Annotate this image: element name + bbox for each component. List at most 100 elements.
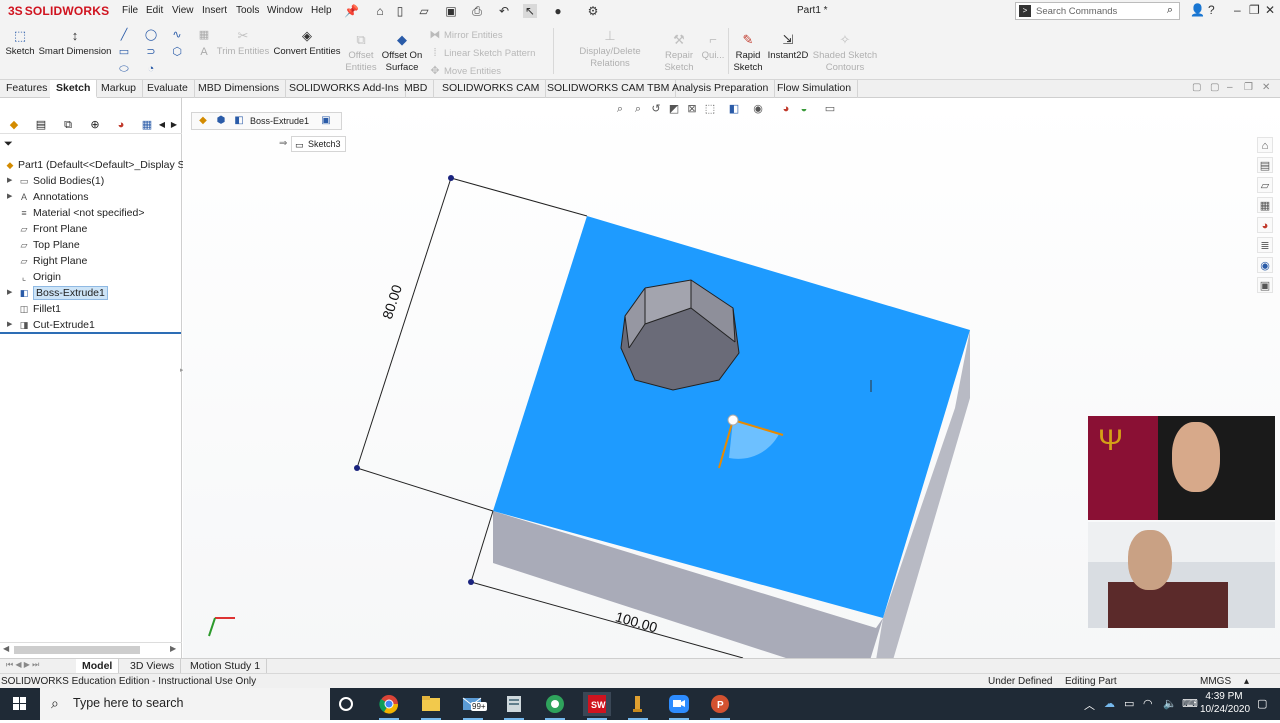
sketch-button[interactable]: ⬚ Sketch bbox=[4, 28, 36, 58]
search-commands-box[interactable]: > Search Commands ⌕ bbox=[1015, 2, 1180, 20]
cortana-icon[interactable] bbox=[332, 692, 360, 716]
tree-horizontal-scrollbar[interactable]: ◀ ▶ bbox=[0, 642, 182, 656]
tree-item-solid-bodies[interactable]: ▶ ▭ Solid Bodies(1) bbox=[7, 173, 104, 189]
rapid-sketch-button[interactable]: ✎ Rapid Sketch bbox=[732, 32, 764, 74]
open-folder-icon[interactable]: ▱ bbox=[417, 4, 431, 18]
offset-on-surface-button[interactable]: ◆ Offset On Surface bbox=[380, 32, 424, 74]
tab-solidworks-cam[interactable]: SOLIDWORKS CAM bbox=[436, 80, 547, 98]
tab-window-icon[interactable]: ▢ bbox=[1192, 82, 1201, 93]
menu-edit[interactable]: Edit bbox=[146, 5, 163, 16]
menu-insert[interactable]: Insert bbox=[202, 5, 227, 16]
cam-manager-icon[interactable]: ▦ bbox=[139, 118, 155, 132]
tree-item-fillet1[interactable]: ◫ Fillet1 bbox=[20, 301, 61, 317]
scroll-right-icon[interactable]: ▶ bbox=[170, 644, 176, 653]
new-document-icon[interactable]: ▯ bbox=[393, 4, 407, 18]
cam-app-icon[interactable] bbox=[624, 692, 652, 720]
tab-motion-study-1[interactable]: Motion Study 1 bbox=[184, 659, 268, 674]
doc-restore-icon[interactable]: ❐ bbox=[1244, 82, 1253, 93]
xbox-app-icon[interactable] bbox=[541, 692, 569, 720]
tab-nav-first-icon[interactable]: ⏮ ◀ ▶ ⏭ bbox=[6, 660, 39, 670]
surface-icon[interactable]: ▦ bbox=[197, 28, 211, 42]
expand-caret-icon[interactable]: ▶ bbox=[7, 173, 12, 189]
tab-model[interactable]: Model bbox=[76, 659, 120, 674]
units-dropdown-icon[interactable]: ▴ bbox=[1244, 676, 1249, 687]
scroll-left-icon[interactable]: ◀ bbox=[3, 644, 9, 653]
mirror-entities-button[interactable]: Mirror Entities bbox=[444, 30, 503, 41]
rebuild-icon[interactable]: ● bbox=[551, 4, 565, 18]
system-clock[interactable]: 4:39 PM 10/24/2020 bbox=[1200, 690, 1250, 716]
onedrive-icon[interactable]: ☁ bbox=[1104, 697, 1115, 710]
chrome-icon[interactable] bbox=[375, 692, 403, 720]
convert-entities-button[interactable]: ◈ Convert Entities bbox=[272, 28, 342, 58]
tab-analysis-preparation[interactable]: Analysis Preparation bbox=[666, 80, 776, 98]
close-icon[interactable]: ✕ bbox=[1265, 3, 1275, 17]
tree-scroll-right-icon[interactable]: ▶ bbox=[166, 118, 182, 132]
configuration-manager-icon[interactable]: ⧉ bbox=[60, 118, 76, 132]
dimension-endpoint[interactable] bbox=[354, 465, 360, 471]
graphics-area[interactable]: ◆ ⬢ ◧ Boss-Extrude1 ▣ ⇒ ▭ Sketch3 ⌕ ⌕ ↺ … bbox=[183, 98, 1280, 658]
slot-icon[interactable]: ⊃ bbox=[144, 45, 158, 59]
tab-sketch[interactable]: Sketch bbox=[50, 80, 98, 98]
notifications-icon[interactable]: ▢ bbox=[1257, 697, 1267, 710]
minimize-icon[interactable]: – bbox=[1234, 3, 1241, 17]
volume-icon[interactable]: 🔈 bbox=[1163, 697, 1177, 710]
expand-caret-icon[interactable]: ▶ bbox=[7, 317, 12, 333]
tree-item-top-plane[interactable]: ▱ Top Plane bbox=[21, 237, 80, 253]
repair-sketch-button[interactable]: ⚒ Repair Sketch bbox=[662, 32, 696, 74]
offset-entities-button[interactable]: ⧉ Offset Entities bbox=[344, 32, 378, 74]
save-icon[interactable]: ▣ bbox=[444, 4, 458, 18]
spline-icon[interactable]: ∿ bbox=[170, 28, 184, 42]
battery-icon[interactable]: ▭ bbox=[1124, 697, 1134, 710]
menu-help[interactable]: Help bbox=[311, 5, 332, 16]
linear-sketch-pattern-button[interactable]: Linear Sketch Pattern bbox=[444, 48, 535, 59]
home-icon[interactable]: ⌂ bbox=[373, 4, 387, 18]
wifi-icon[interactable]: ◠ bbox=[1143, 697, 1153, 710]
instant2d-button[interactable]: ⇲ Instant2D bbox=[766, 32, 810, 62]
zoom-icon[interactable] bbox=[665, 692, 693, 720]
tree-item-right-plane[interactable]: ▱ Right Plane bbox=[21, 253, 88, 269]
doc-close-icon[interactable]: ✕ bbox=[1262, 82, 1270, 93]
polygon-icon[interactable]: ⬡ bbox=[170, 45, 184, 59]
tree-root-part[interactable]: ◆ Part1 (Default<<Default>_Display S bbox=[7, 157, 185, 173]
select-cursor-icon[interactable]: ↖ bbox=[523, 4, 537, 18]
expand-caret-icon[interactable]: ▶ bbox=[7, 189, 12, 205]
tray-overflow-icon[interactable]: ︿ bbox=[1084, 697, 1095, 713]
scrollbar-thumb[interactable] bbox=[14, 646, 140, 654]
menu-window[interactable]: Window bbox=[267, 5, 303, 16]
search-icon[interactable]: ⌕ bbox=[1167, 4, 1173, 17]
start-button[interactable] bbox=[0, 688, 40, 720]
triad-origin[interactable] bbox=[727, 414, 739, 426]
display-manager-icon[interactable]: ◕ bbox=[113, 118, 129, 132]
tree-item-boss-extrude1[interactable]: ▶ ◧ Boss-Extrude1 bbox=[7, 285, 108, 301]
solidworks-logo[interactable]: 3S SOLIDWORKS bbox=[8, 3, 109, 19]
quick-snaps-button[interactable]: ⌐ Qui... bbox=[700, 32, 726, 62]
restore-icon[interactable]: ❐ bbox=[1249, 3, 1260, 17]
tree-item-origin[interactable]: ⌞ Origin bbox=[22, 269, 61, 285]
smart-dimension-button[interactable]: ↕ Smart Dimension bbox=[38, 28, 112, 58]
tab-mbd[interactable]: MBD bbox=[398, 80, 435, 98]
tab-solidworks-cam-tbm[interactable]: SOLIDWORKS CAM TBM bbox=[541, 80, 677, 98]
menu-file[interactable]: File bbox=[122, 5, 138, 16]
keyboard-icon[interactable]: ⌨ bbox=[1182, 697, 1198, 710]
filter-icon[interactable]: ⏷ bbox=[4, 138, 13, 151]
taskbar-search[interactable]: ⌕ Type here to search bbox=[40, 688, 330, 720]
tab-mbd-dimensions[interactable]: MBD Dimensions bbox=[192, 80, 287, 98]
tree-item-annotations[interactable]: ▶ A Annotations bbox=[7, 189, 88, 205]
display-delete-relations-button[interactable]: ⊥ Display/Delete Relations bbox=[560, 28, 660, 70]
feature-manager-icon[interactable]: ◆ bbox=[6, 118, 22, 132]
shaded-sketch-contours-button[interactable]: ✧ Shaded Sketch Contours bbox=[812, 32, 878, 74]
unit-system[interactable]: MMGS bbox=[1200, 676, 1231, 687]
solidworks-taskbar-icon[interactable]: SW bbox=[583, 692, 611, 720]
file-explorer-icon[interactable] bbox=[417, 692, 445, 720]
tab-doc-icon[interactable]: ▢ bbox=[1210, 82, 1219, 93]
tree-item-material[interactable]: ≡ Material <not specified> bbox=[21, 205, 144, 221]
text-icon[interactable]: A bbox=[197, 45, 211, 59]
property-manager-icon[interactable]: ▤ bbox=[33, 118, 49, 132]
dimxpert-icon[interactable]: ⊕ bbox=[87, 118, 103, 132]
store-icon[interactable] bbox=[500, 692, 528, 720]
options-gear-icon[interactable]: ⚙ bbox=[586, 4, 600, 18]
ellipse-icon[interactable]: ⬭ bbox=[117, 62, 131, 76]
mail-icon[interactable]: 99+ bbox=[459, 692, 487, 720]
pin-icon[interactable]: 📌 bbox=[344, 4, 359, 18]
line-icon[interactable]: ╱ bbox=[117, 28, 131, 42]
